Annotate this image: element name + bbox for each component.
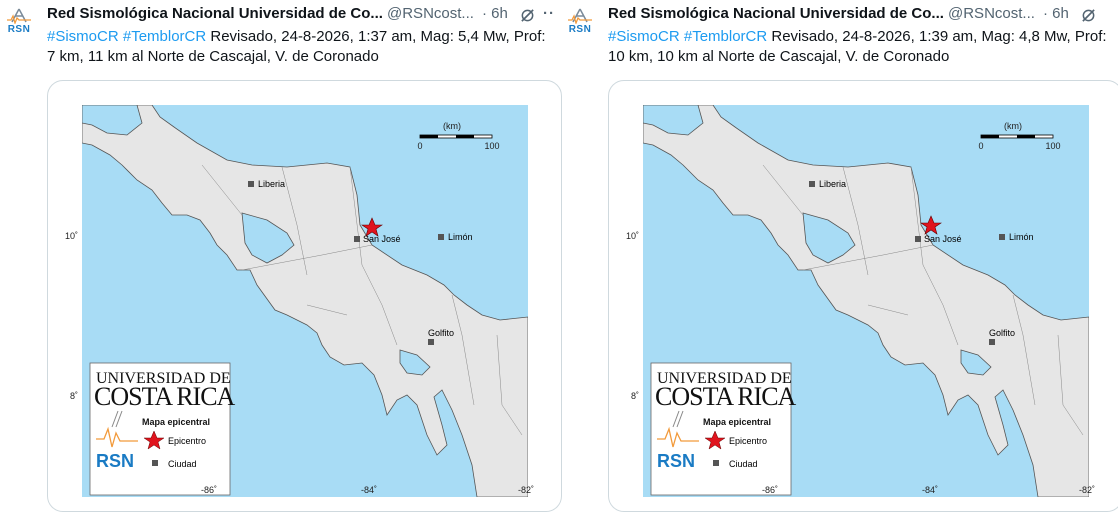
axis-labels: 10˚ 8˚ -86˚ -84˚ -82˚ <box>626 231 1095 495</box>
lon-label: -86˚ <box>762 485 778 495</box>
grok-icon[interactable] <box>520 8 535 23</box>
hashtag-link[interactable]: #SismoCR <box>47 28 119 45</box>
lon-label: -82˚ <box>518 485 534 495</box>
author-handle[interactable]: @RSNcost... <box>387 5 474 22</box>
lon-label: -84˚ <box>922 485 938 495</box>
lon-label: -86˚ <box>201 485 217 495</box>
tweet-header: Red Sismológica Nacional Universidad de … <box>47 5 556 25</box>
tweet-time[interactable]: · 6h <box>482 5 508 22</box>
tweet-media[interactable]: (km) 0 100 Liberia San José Limón Golfit… <box>47 80 562 512</box>
tweet-line-2: 10 km, 10 km al Norte de Cascajal, V. de… <box>608 48 950 65</box>
tweet-line-1: Revisado, 24-8-2026, 1:37 am, Mag: 5,4 M… <box>206 28 546 45</box>
hashtag-link[interactable]: #TemblorCR <box>123 28 206 45</box>
hashtag-link[interactable]: #SismoCR <box>608 28 680 45</box>
tweet-media[interactable]: (km) 0 100 Liberia San José Limón Golfit… <box>608 80 1118 512</box>
tweet-line-2: 7 km, 11 km al Norte de Cascajal, V. de … <box>47 48 379 65</box>
tweet-2[interactable]: RSN Red Sismológica Nacional Universidad… <box>561 0 1118 512</box>
tweet-1[interactable]: RSN Red Sismológica Nacional Universidad… <box>0 0 562 512</box>
avatar-text: RSN <box>7 24 31 35</box>
rsn-logo-icon <box>568 8 592 24</box>
lat-label: 8˚ <box>631 391 639 401</box>
hashtag-link[interactable]: #TemblorCR <box>684 28 767 45</box>
more-options-icon[interactable]: ·· <box>543 5 555 22</box>
lat-label: 10˚ <box>626 231 639 241</box>
tweet-header: Red Sismológica Nacional Universidad de … <box>608 5 1117 25</box>
tweet-time[interactable]: · 6h <box>1043 5 1069 22</box>
avatar[interactable]: RSN <box>567 8 593 44</box>
tweet-text: #SismoCR #TemblorCR Revisado, 24-8-2026,… <box>47 27 557 67</box>
avatar[interactable]: RSN <box>6 8 32 44</box>
tweet-line-1: Revisado, 24-8-2026, 1:39 am, Mag: 4,8 M… <box>767 28 1107 45</box>
avatar-text: RSN <box>568 24 592 35</box>
lon-label: -82˚ <box>1079 485 1095 495</box>
rsn-logo-icon <box>7 8 31 24</box>
lon-label: -84˚ <box>361 485 377 495</box>
grok-icon[interactable] <box>1081 8 1096 23</box>
tweet-text: #SismoCR #TemblorCR Revisado, 24-8-2026,… <box>608 27 1118 67</box>
lat-label: 8˚ <box>70 391 78 401</box>
author-handle[interactable]: @RSNcost... <box>948 5 1035 22</box>
author-name[interactable]: Red Sismológica Nacional Universidad de … <box>608 5 944 22</box>
axis-labels: 10˚ 8˚ -86˚ -84˚ -82˚ <box>65 231 534 495</box>
author-name[interactable]: Red Sismológica Nacional Universidad de … <box>47 5 383 22</box>
lat-label: 10˚ <box>65 231 78 241</box>
